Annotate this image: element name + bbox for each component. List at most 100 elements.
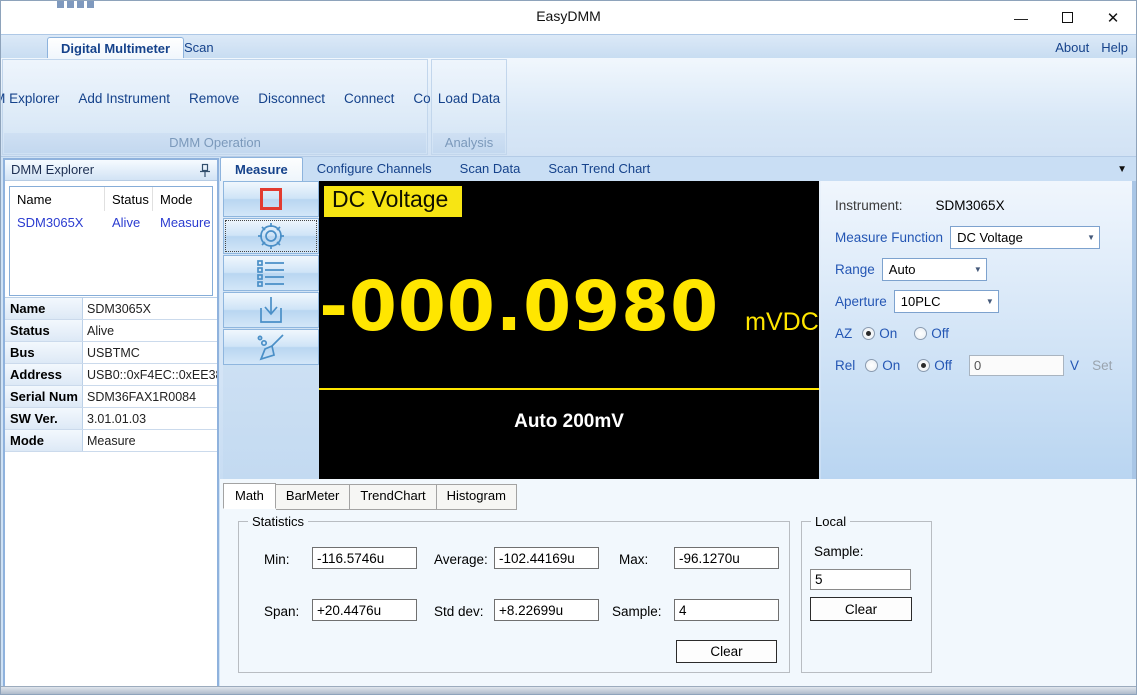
radio-icon [917, 359, 930, 372]
tab-barmeter[interactable]: BarMeter [276, 484, 350, 510]
radio-icon [865, 359, 878, 372]
tab-math[interactable]: Math [223, 483, 276, 509]
tab-scan-trend-chart[interactable]: Scan Trend Chart [534, 157, 664, 181]
property-row-serial: Serial Num SDM36FAX1R0084 [5, 386, 217, 408]
minimize-button[interactable]: — [998, 1, 1044, 34]
easydmm-window: EasyDMM — ✕ Digital Multimeter Scan Abou… [0, 0, 1137, 695]
instrument-row-sdm3065x[interactable]: SDM3065X Alive Measure [10, 211, 212, 234]
stddev-value-input[interactable] [494, 599, 599, 621]
rel-off-radio[interactable]: Off [917, 358, 959, 373]
broom-icon [255, 332, 287, 362]
measurement-unit: mVDC [745, 308, 819, 337]
display-divider [319, 388, 819, 390]
function-badge: DC Voltage [324, 186, 462, 217]
ribbon-group-dmm-operation: DMM Explorer Add Instrument Remove Disco… [2, 59, 428, 155]
aperture-label: Aperture [835, 294, 887, 309]
property-row-address: Address USB0::0xF4EC::0xEE38::.... [5, 364, 217, 386]
clear-display-button[interactable] [223, 329, 319, 365]
instrument-value: SDM3065X [936, 198, 1005, 213]
instrument-label: Instrument: [835, 198, 903, 213]
group-label-dmm-operation: DMM Operation [4, 133, 426, 153]
average-label: Average: [434, 552, 488, 567]
statistics-groupbox: Statistics Min: Average: Max: Span: Std … [238, 521, 790, 673]
column-header-name: Name [10, 187, 105, 211]
local-sample-input[interactable] [810, 569, 911, 590]
min-value-input[interactable] [312, 547, 417, 569]
status-bar [1, 686, 1136, 694]
chevron-down-icon: ▼ [1087, 233, 1095, 242]
menu-about[interactable]: About [1055, 40, 1089, 55]
stop-icon [260, 188, 282, 210]
chevron-down-icon: ▼ [974, 265, 982, 274]
az-label: AZ [835, 326, 852, 341]
tab-overflow-icon[interactable]: ▼ [1117, 164, 1127, 175]
local-groupbox: Local Sample: Clear [801, 521, 932, 673]
quick-access-toolbar[interactable] [57, 1, 103, 8]
local-title: Local [811, 514, 850, 529]
tab-configure-channels[interactable]: Configure Channels [303, 157, 446, 181]
property-row-mode: Mode Measure [5, 430, 217, 452]
range-select[interactable]: Auto ▼ [882, 258, 987, 281]
connect-button[interactable]: Connect [342, 88, 396, 109]
rel-unit-label: V [1070, 358, 1079, 373]
list-button[interactable] [223, 255, 319, 291]
settings-button[interactable] [223, 218, 319, 254]
remove-button[interactable]: Remove [187, 88, 241, 109]
disconnect-button[interactable]: Disconnect [256, 88, 327, 109]
ribbon-tab-scan[interactable]: Scan [171, 37, 227, 59]
sample-value-input[interactable] [674, 599, 779, 621]
analysis-tab-strip: Math BarMeter TrendChart Histogram [223, 484, 517, 510]
pin-icon[interactable] [198, 163, 212, 178]
maximize-button[interactable] [1044, 1, 1090, 34]
property-row-swver: SW Ver. 3.01.01.03 [5, 408, 217, 430]
instrument-properties-table: Name SDM3065X Status Alive Bus USBTMC Ad… [5, 297, 217, 452]
save-data-button[interactable] [223, 292, 319, 328]
measure-toolbar [223, 181, 319, 479]
tab-scan-data[interactable]: Scan Data [446, 157, 535, 181]
add-instrument-button[interactable]: Add Instrument [76, 88, 172, 109]
ribbon-tab-digital-multimeter[interactable]: Digital Multimeter [47, 37, 184, 59]
column-header-status: Status [105, 187, 153, 211]
ribbon: DMM Explorer Add Instrument Remove Disco… [1, 58, 1136, 157]
average-value-input[interactable] [494, 547, 599, 569]
chevron-down-icon: ▼ [986, 297, 994, 306]
rel-value-input[interactable] [969, 355, 1064, 376]
radio-icon [914, 327, 927, 340]
property-row-bus: Bus USBTMC [5, 342, 217, 364]
property-row-status: Status Alive [5, 320, 217, 342]
measure-function-label: Measure Function [835, 230, 943, 245]
max-label: Max: [619, 552, 648, 567]
rel-set-button[interactable]: Set [1092, 358, 1112, 373]
range-indicator: Auto 200mV [319, 411, 819, 433]
gear-icon [254, 220, 288, 252]
aperture-select[interactable]: 10PLC ▼ [894, 290, 999, 313]
rel-label: Rel [835, 358, 855, 373]
minimize-icon: — [1014, 13, 1028, 23]
tab-histogram[interactable]: Histogram [437, 484, 517, 510]
measurement-reading: -000.0980 [319, 267, 719, 347]
dmm-explorer-button[interactable]: DMM Explorer [0, 88, 61, 109]
az-off-radio[interactable]: Off [914, 326, 956, 341]
ribbon-group-analysis: Load Data Analysis [431, 59, 507, 155]
dmm-explorer-panel-title: DMM Explorer [11, 162, 94, 177]
max-value-input[interactable] [674, 547, 779, 569]
rel-on-radio[interactable]: On [865, 358, 907, 373]
stop-button[interactable] [223, 181, 319, 217]
local-clear-button[interactable]: Clear [810, 597, 912, 621]
meter-display: DC Voltage -000.0980 mVDC Auto 200mV [319, 181, 819, 479]
menu-help[interactable]: Help [1101, 40, 1128, 55]
measure-config-panel: Instrument: SDM3065X Measure Function DC… [821, 181, 1136, 479]
statistics-clear-button[interactable]: Clear [676, 640, 777, 663]
list-icon [255, 259, 287, 287]
load-data-button[interactable]: Load Data [436, 88, 502, 109]
range-label: Range [835, 262, 875, 277]
tab-trendchart[interactable]: TrendChart [350, 484, 436, 510]
span-value-input[interactable] [312, 599, 417, 621]
measure-function-select[interactable]: DC Voltage ▼ [950, 226, 1100, 249]
span-label: Span: [264, 604, 299, 619]
az-on-radio[interactable]: On [862, 326, 904, 341]
group-label-analysis: Analysis [433, 133, 505, 153]
radio-icon [862, 327, 875, 340]
close-button[interactable]: ✕ [1090, 1, 1136, 34]
tab-measure[interactable]: Measure [220, 157, 303, 181]
